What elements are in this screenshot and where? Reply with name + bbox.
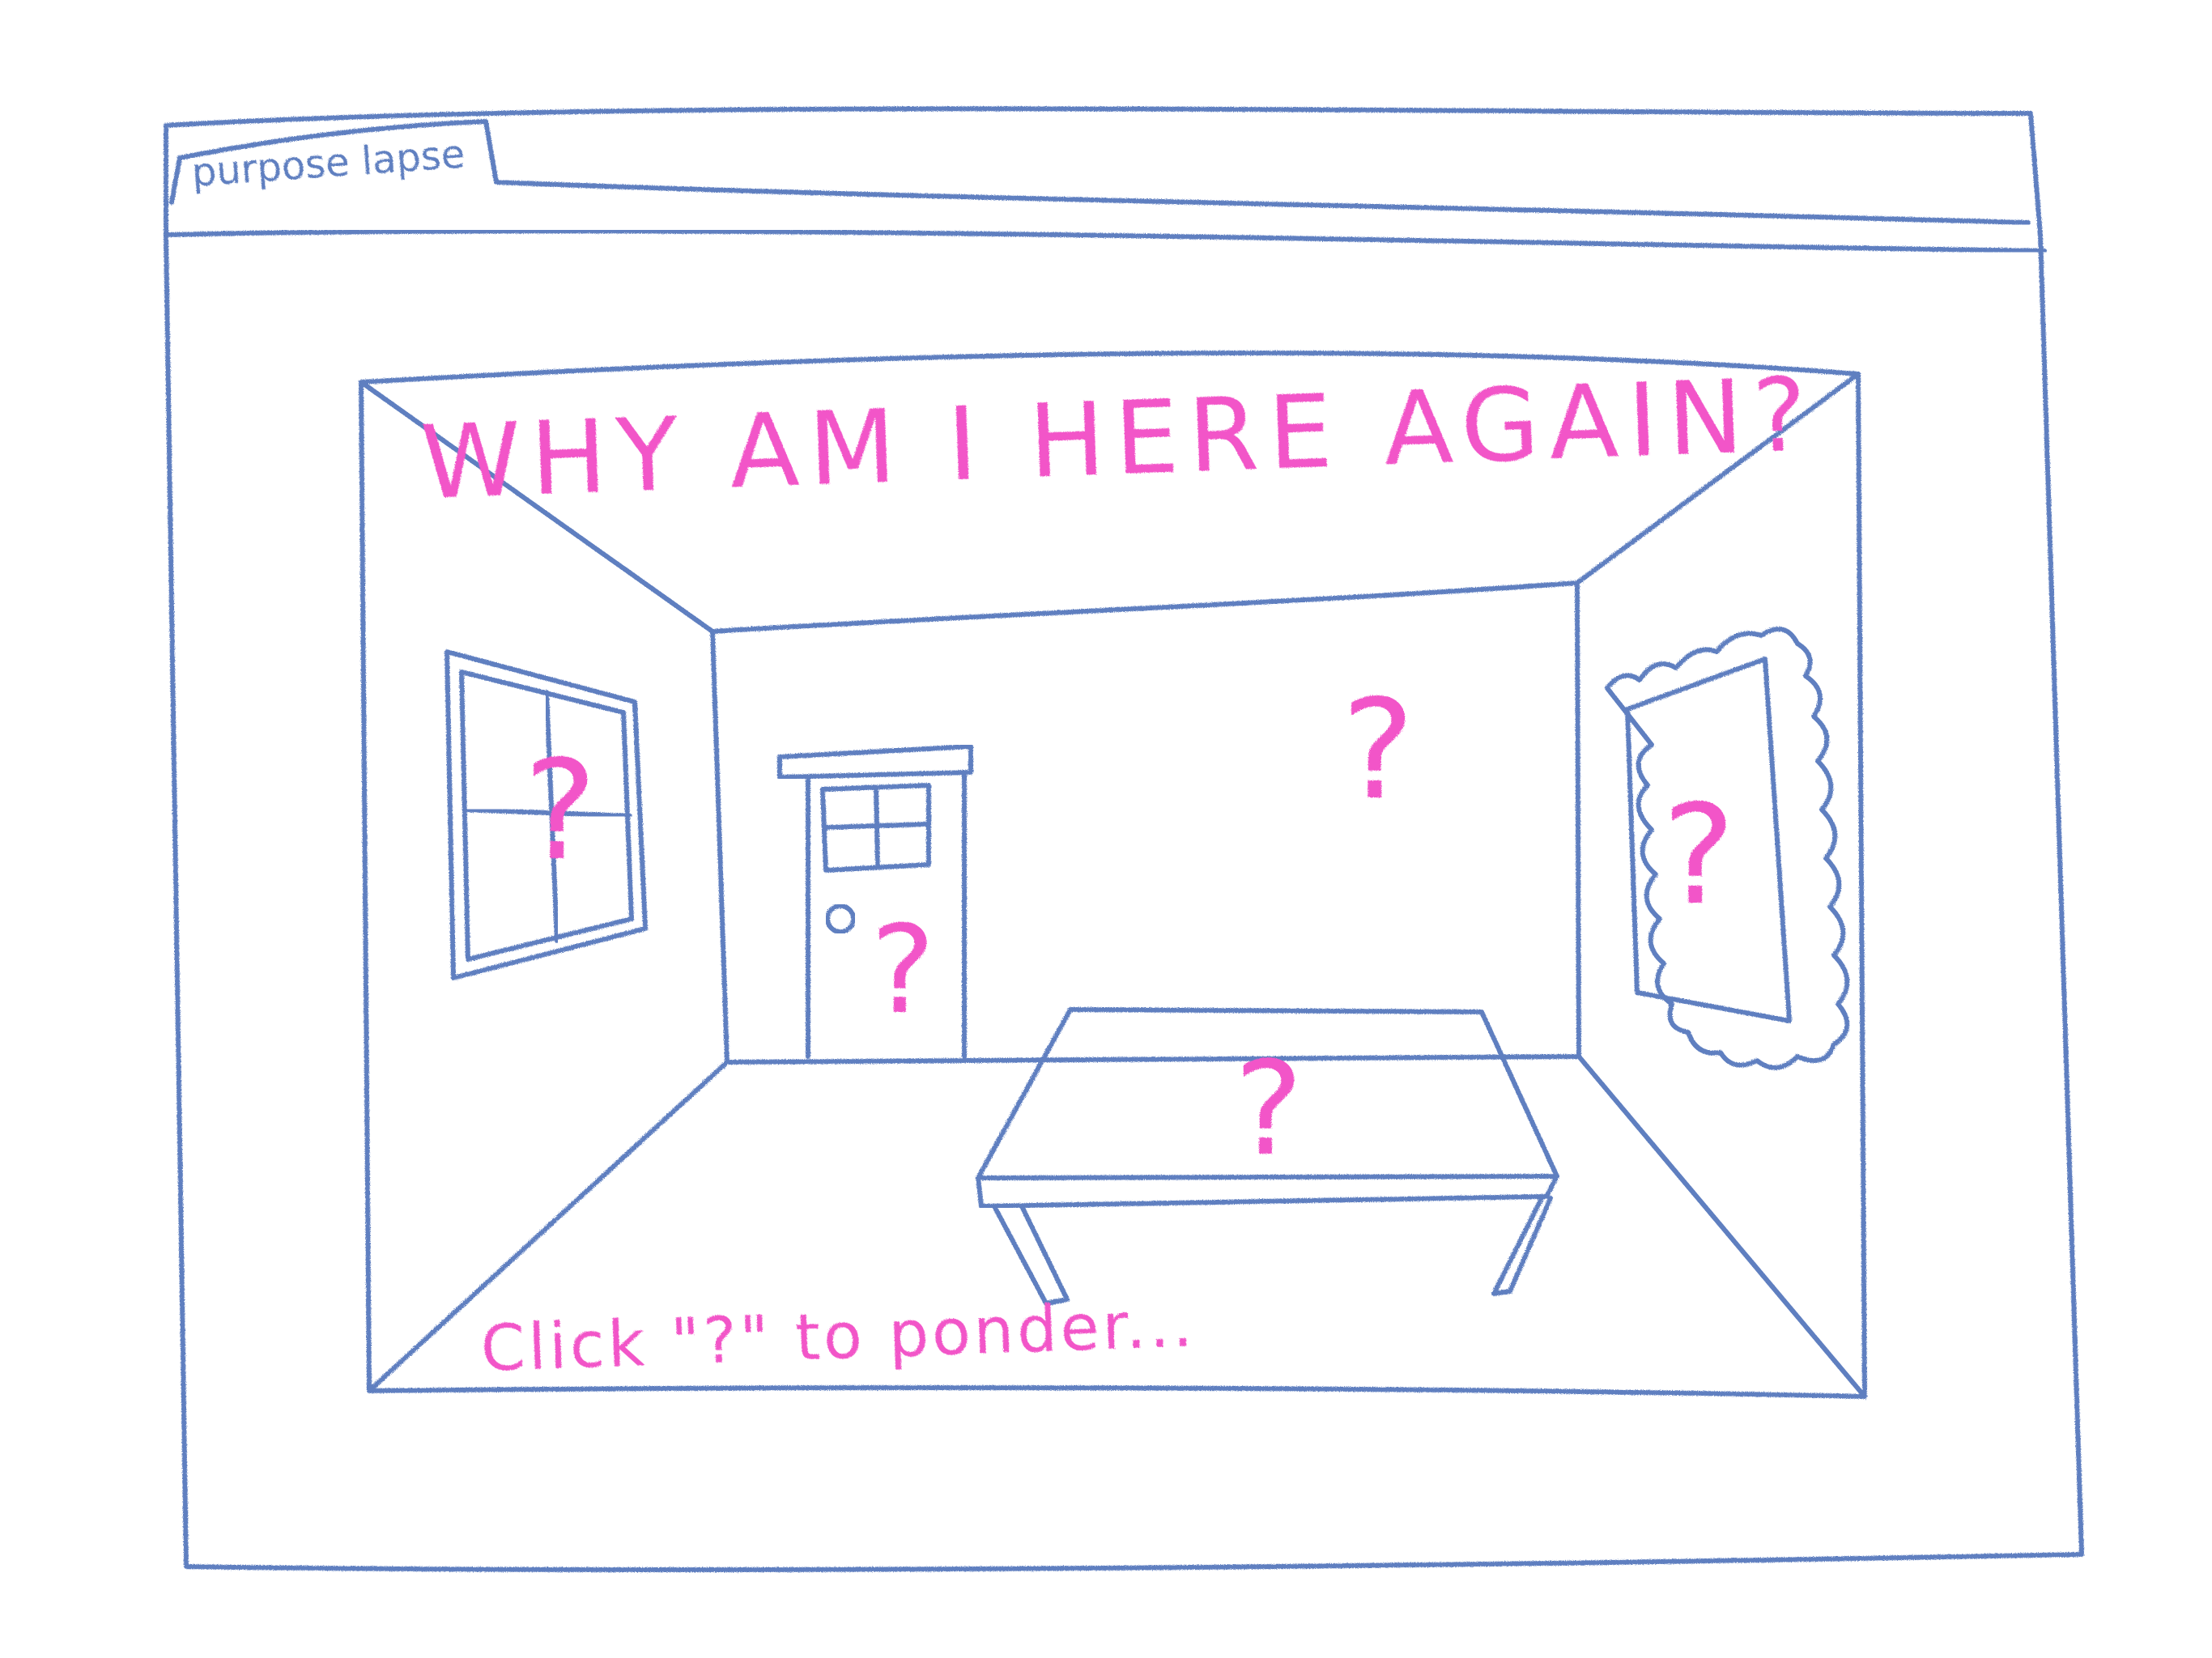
question-mark-mirror[interactable]: ? <box>1662 776 1735 936</box>
door-knob <box>825 903 856 934</box>
scene-heading: WHY AM I HERE AGAIN? <box>419 356 1818 522</box>
question-mark-table[interactable]: ? <box>1235 1033 1304 1184</box>
title-bar-divider <box>164 228 2047 253</box>
back-wall <box>710 580 1581 1065</box>
question-mark-window[interactable]: ? <box>524 731 597 891</box>
browser-tab[interactable]: purpose lapse <box>169 119 499 205</box>
question-mark-door[interactable]: ? <box>870 900 935 1041</box>
tab-title[interactable]: purpose lapse <box>190 132 466 196</box>
question-mark-wall[interactable]: ? <box>1342 670 1414 831</box>
sketch-canvas: purpose lapse WHY AM I HERE AGAIN? ? ? ?… <box>164 106 2084 1573</box>
floor-edge-right <box>1576 1054 1867 1399</box>
title-bar-line <box>494 180 2031 225</box>
instruction-text: Click "?" to ponder... <box>480 1288 1197 1386</box>
